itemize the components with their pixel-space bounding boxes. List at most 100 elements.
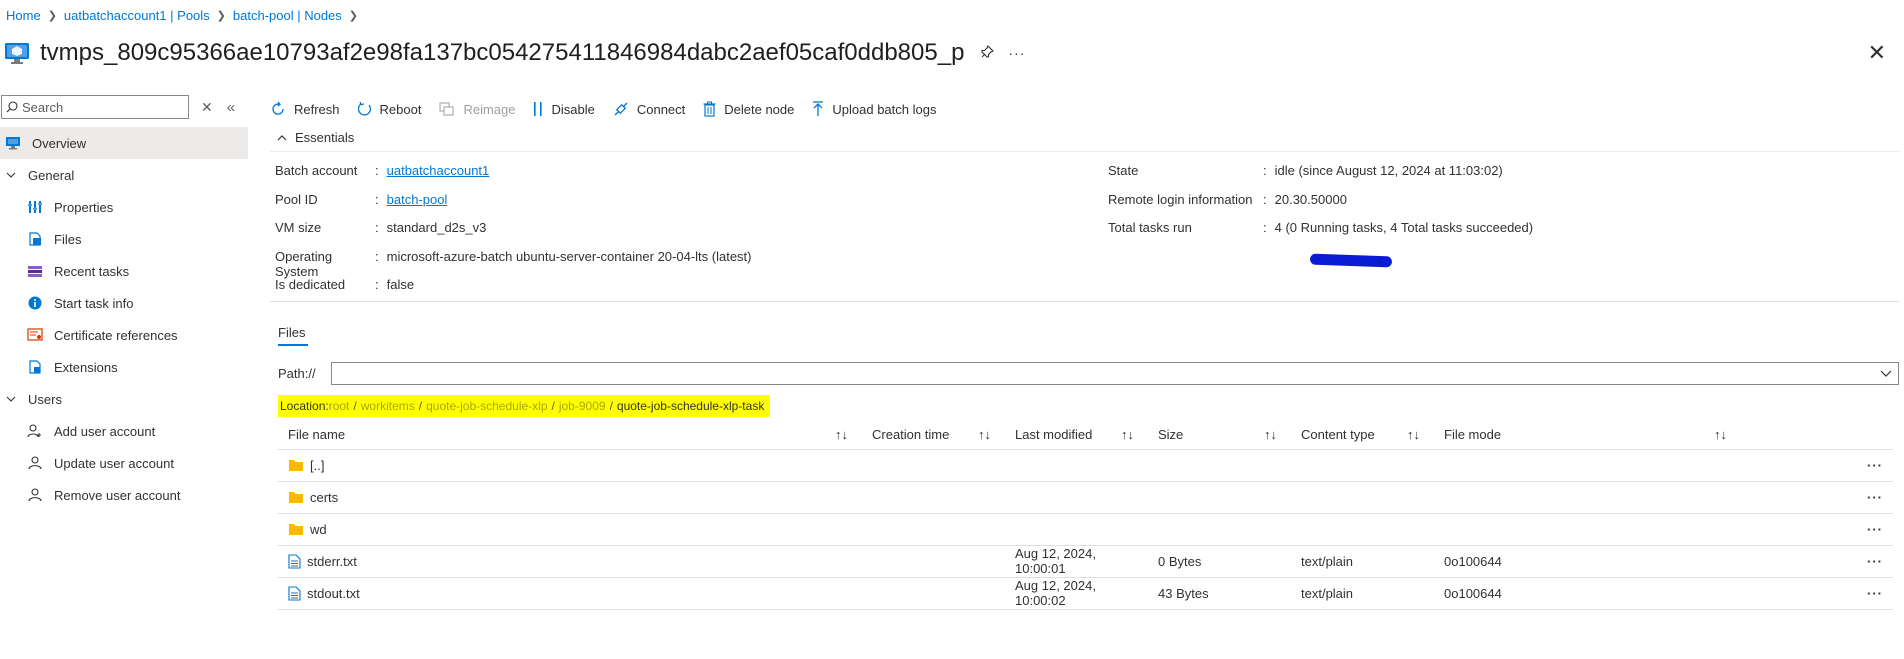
user-icon bbox=[26, 454, 44, 472]
sidebar-group-users[interactable]: Users bbox=[0, 383, 248, 415]
essentials-row: Remote login information: 20.30.50000 bbox=[1108, 192, 1533, 221]
location-schedule-link[interactable]: quote-job-schedule-xlp bbox=[426, 399, 547, 413]
table-row[interactable]: stdout.txt Aug 12, 2024, 10:00:02 43 Byt… bbox=[278, 577, 1893, 610]
cell-content-type bbox=[1291, 481, 1434, 514]
sidebar-item-add-user-account[interactable]: Add user account bbox=[0, 415, 248, 447]
sidebar-item-overview[interactable]: Overview bbox=[0, 127, 248, 159]
table-row[interactable]: certs ··· bbox=[278, 481, 1893, 514]
column-header-size[interactable]: Size ↑↓ bbox=[1148, 421, 1291, 450]
refresh-button[interactable]: Refresh bbox=[270, 101, 340, 117]
breadcrumb-nodes[interactable]: batch-pool | Nodes bbox=[233, 8, 342, 23]
cell-file-name[interactable]: stdout.txt bbox=[278, 577, 862, 610]
cell-file-mode bbox=[1434, 449, 1577, 482]
cell-file-name[interactable]: [..] bbox=[278, 449, 862, 482]
pool-id-link[interactable]: batch-pool bbox=[387, 192, 448, 207]
batch-account-link[interactable]: uatbatchaccount1 bbox=[387, 163, 490, 178]
file-icon bbox=[288, 553, 301, 569]
essentials-value: 4 (0 Running tasks, 4 Total tasks succee… bbox=[1274, 220, 1534, 235]
sidebar-item-certificate-references[interactable]: Certificate references bbox=[0, 319, 248, 351]
cell-content-type: text/plain bbox=[1291, 545, 1434, 578]
column-header-content-type[interactable]: Content type ↑↓ bbox=[1291, 421, 1434, 450]
sidebar: ✕ « Overview General Properties File bbox=[0, 95, 248, 659]
cell-file-name[interactable]: certs bbox=[278, 481, 862, 514]
path-dropdown[interactable] bbox=[331, 362, 1899, 385]
sidebar-item-recent-tasks[interactable]: Recent tasks bbox=[0, 255, 248, 287]
sidebar-item-extensions[interactable]: Extensions bbox=[0, 351, 248, 383]
essentials-label: VM size bbox=[275, 220, 322, 235]
sort-icon[interactable]: ↑↓ bbox=[1264, 427, 1277, 442]
upload-batch-logs-button[interactable]: Upload batch logs bbox=[812, 101, 936, 117]
sidebar-item-files[interactable]: Files bbox=[0, 223, 248, 255]
sort-icon[interactable]: ↑↓ bbox=[1121, 427, 1134, 442]
sidebar-item-label: Recent tasks bbox=[54, 263, 130, 279]
colon: : bbox=[375, 163, 379, 178]
column-header-file-name[interactable]: File name ↑↓ bbox=[278, 421, 862, 450]
sidebar-item-label: Update user account bbox=[54, 455, 174, 471]
folder-icon bbox=[288, 523, 304, 536]
sidebar-item-label: Extensions bbox=[54, 359, 118, 375]
table-row[interactable]: wd ··· bbox=[278, 513, 1893, 546]
disable-button[interactable]: Disable bbox=[533, 101, 595, 117]
essentials-row: Operating System: microsoft-azure-batch … bbox=[275, 249, 752, 279]
location-job-link[interactable]: job-9009 bbox=[559, 399, 606, 413]
pin-icon[interactable] bbox=[980, 44, 995, 62]
delete-node-button[interactable]: Delete node bbox=[703, 101, 794, 117]
location-workitems-link[interactable]: workitems bbox=[361, 399, 415, 413]
file-name: certs bbox=[310, 489, 339, 505]
divider bbox=[270, 301, 1899, 302]
connect-icon bbox=[613, 101, 629, 117]
file-name: stdout.txt bbox=[307, 585, 360, 601]
table-row[interactable]: [..] ··· bbox=[278, 449, 1893, 482]
cell-file-mode bbox=[1434, 513, 1577, 546]
sort-icon[interactable]: ↑↓ bbox=[835, 427, 848, 442]
connect-button[interactable]: Connect bbox=[613, 101, 685, 117]
sidebar-item-properties[interactable]: Properties bbox=[0, 191, 248, 223]
essentials-label: Batch account bbox=[275, 163, 358, 178]
redaction-mark bbox=[1309, 253, 1393, 268]
collapse-sidebar-icon[interactable]: « bbox=[227, 99, 235, 116]
info-icon bbox=[26, 294, 44, 312]
tab-files[interactable]: Files bbox=[278, 325, 305, 340]
file-name: wd bbox=[310, 521, 327, 537]
location-root-link[interactable]: root bbox=[329, 399, 350, 413]
column-header-file-mode[interactable]: File mode ↑↓ bbox=[1434, 421, 1727, 450]
column-header-creation-time[interactable]: Creation time ↑↓ bbox=[862, 421, 1005, 450]
refresh-label: Refresh bbox=[294, 101, 340, 117]
row-more-icon[interactable]: ··· bbox=[1577, 577, 1893, 610]
sidebar-group-general[interactable]: General bbox=[0, 159, 248, 191]
row-more-icon[interactable]: ··· bbox=[1577, 449, 1893, 482]
path-separator: / bbox=[353, 399, 357, 413]
row-more-icon[interactable]: ··· bbox=[1577, 481, 1893, 514]
reimage-button[interactable]: Reimage bbox=[439, 102, 515, 117]
chevron-down-icon bbox=[6, 172, 18, 178]
essentials-label: State bbox=[1108, 163, 1139, 178]
reboot-button[interactable]: Reboot bbox=[357, 101, 421, 117]
sidebar-item-label: Files bbox=[54, 231, 82, 247]
cell-file-name[interactable]: stderr.txt bbox=[278, 545, 862, 578]
row-more-icon[interactable]: ··· bbox=[1577, 545, 1893, 578]
pause-icon bbox=[533, 101, 543, 117]
column-header-last-modified[interactable]: Last modified ↑↓ bbox=[1005, 421, 1148, 450]
row-more-icon[interactable]: ··· bbox=[1577, 513, 1893, 546]
more-options-icon[interactable]: ··· bbox=[1008, 45, 1025, 61]
reboot-icon bbox=[357, 101, 372, 117]
table-row[interactable]: stderr.txt Aug 12, 2024, 10:00:01 0 Byte… bbox=[278, 545, 1893, 578]
cell-file-name[interactable]: wd bbox=[278, 513, 862, 546]
chevron-down-icon bbox=[1880, 370, 1892, 377]
sidebar-item-update-user-account[interactable]: Update user account bbox=[0, 447, 248, 479]
breadcrumb-home[interactable]: Home bbox=[6, 8, 41, 23]
breadcrumb-pools[interactable]: uatbatchaccount1 | Pools bbox=[64, 8, 210, 23]
sidebar-item-remove-user-account[interactable]: Remove user account bbox=[0, 479, 248, 511]
sort-icon[interactable]: ↑↓ bbox=[978, 427, 991, 442]
search-box[interactable] bbox=[1, 95, 189, 119]
clear-search-icon[interactable]: ✕ bbox=[201, 99, 213, 116]
close-icon[interactable]: ✕ bbox=[1868, 42, 1886, 64]
chevron-right-icon: ❯ bbox=[216, 10, 226, 22]
sidebar-group-label: General bbox=[28, 167, 75, 183]
sort-icon[interactable]: ↑↓ bbox=[1407, 427, 1420, 442]
cell-last-modified: Aug 12, 2024, 10:00:01 bbox=[1005, 545, 1148, 578]
sidebar-item-start-task-info[interactable]: Start task info bbox=[0, 287, 248, 319]
essentials-toggle[interactable]: Essentials bbox=[277, 130, 354, 145]
column-label: File mode bbox=[1444, 427, 1502, 443]
search-input[interactable] bbox=[22, 99, 182, 115]
